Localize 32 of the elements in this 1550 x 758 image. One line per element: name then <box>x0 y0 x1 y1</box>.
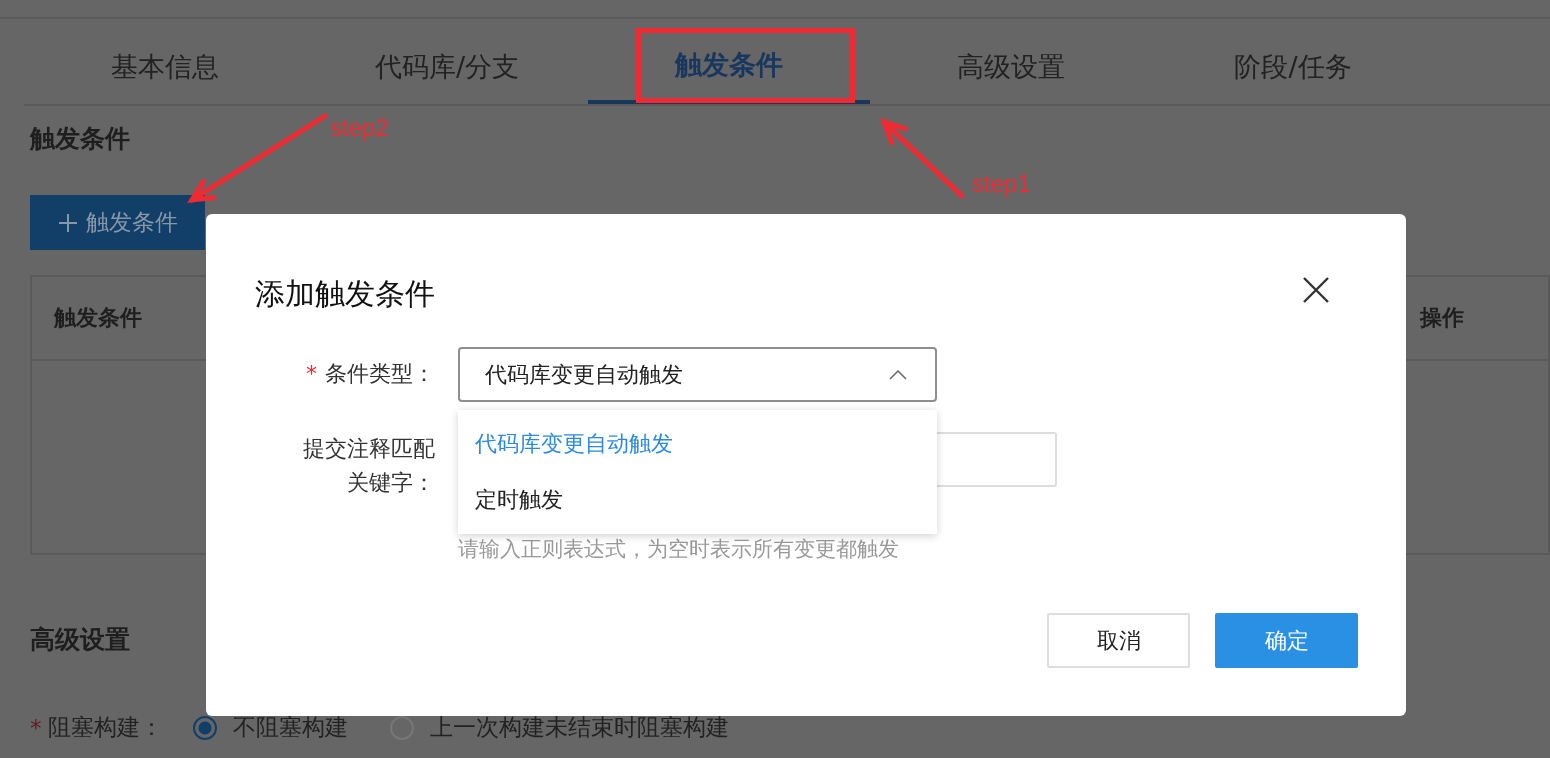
field-label: 阻塞构建： <box>47 713 163 742</box>
column-header: 触发条件 <box>54 304 142 332</box>
dialog-title: 添加触发条件 <box>255 275 435 313</box>
field-label: 条件类型： <box>325 361 435 386</box>
dropdown-option[interactable]: 定时触发 <box>458 472 937 528</box>
radio-label: 上一次构建未结束时阻塞构建 <box>429 713 729 742</box>
hint-text: 请输入正则表达式，为空时表示所有变更都触发 <box>458 536 900 563</box>
required-mark: * <box>30 714 42 741</box>
dropdown-option[interactable]: 代码库变更自动触发 <box>458 416 937 472</box>
annotation-label: step2 <box>330 114 389 142</box>
radio-option[interactable]: 不阻塞构建 <box>192 712 348 743</box>
caret-icon <box>889 369 907 380</box>
cancel-button[interactable]: 取消 <box>1047 613 1190 668</box>
add-trigger-button[interactable]: 触发条件 <box>30 195 205 250</box>
field-label: 关键字： <box>347 470 435 495</box>
confirm-button[interactable]: 确定 <box>1215 613 1358 668</box>
tab[interactable]: 阶段/任务 <box>1152 30 1434 104</box>
tab[interactable]: 代码库/分支 <box>306 30 588 104</box>
tab[interactable]: 触发条件 <box>588 30 870 104</box>
radio-button[interactable] <box>192 715 217 740</box>
close-icon[interactable] <box>1302 275 1330 304</box>
condition-type-select[interactable]: 代码库变更自动触发 <box>458 347 937 402</box>
required-mark: * <box>306 361 317 386</box>
annotation-label: step1 <box>972 170 1031 198</box>
tab[interactable]: 高级设置 <box>870 30 1152 104</box>
section-title: 高级设置 <box>30 624 130 656</box>
radio-label: 不阻塞构建 <box>232 713 348 742</box>
plus-icon <box>57 212 78 233</box>
column-header: 操作 <box>1420 304 1464 332</box>
section-title: 触发条件 <box>30 123 130 155</box>
field-label: 提交注释匹配 <box>303 436 435 461</box>
tab[interactable]: 基本信息 <box>24 30 306 104</box>
